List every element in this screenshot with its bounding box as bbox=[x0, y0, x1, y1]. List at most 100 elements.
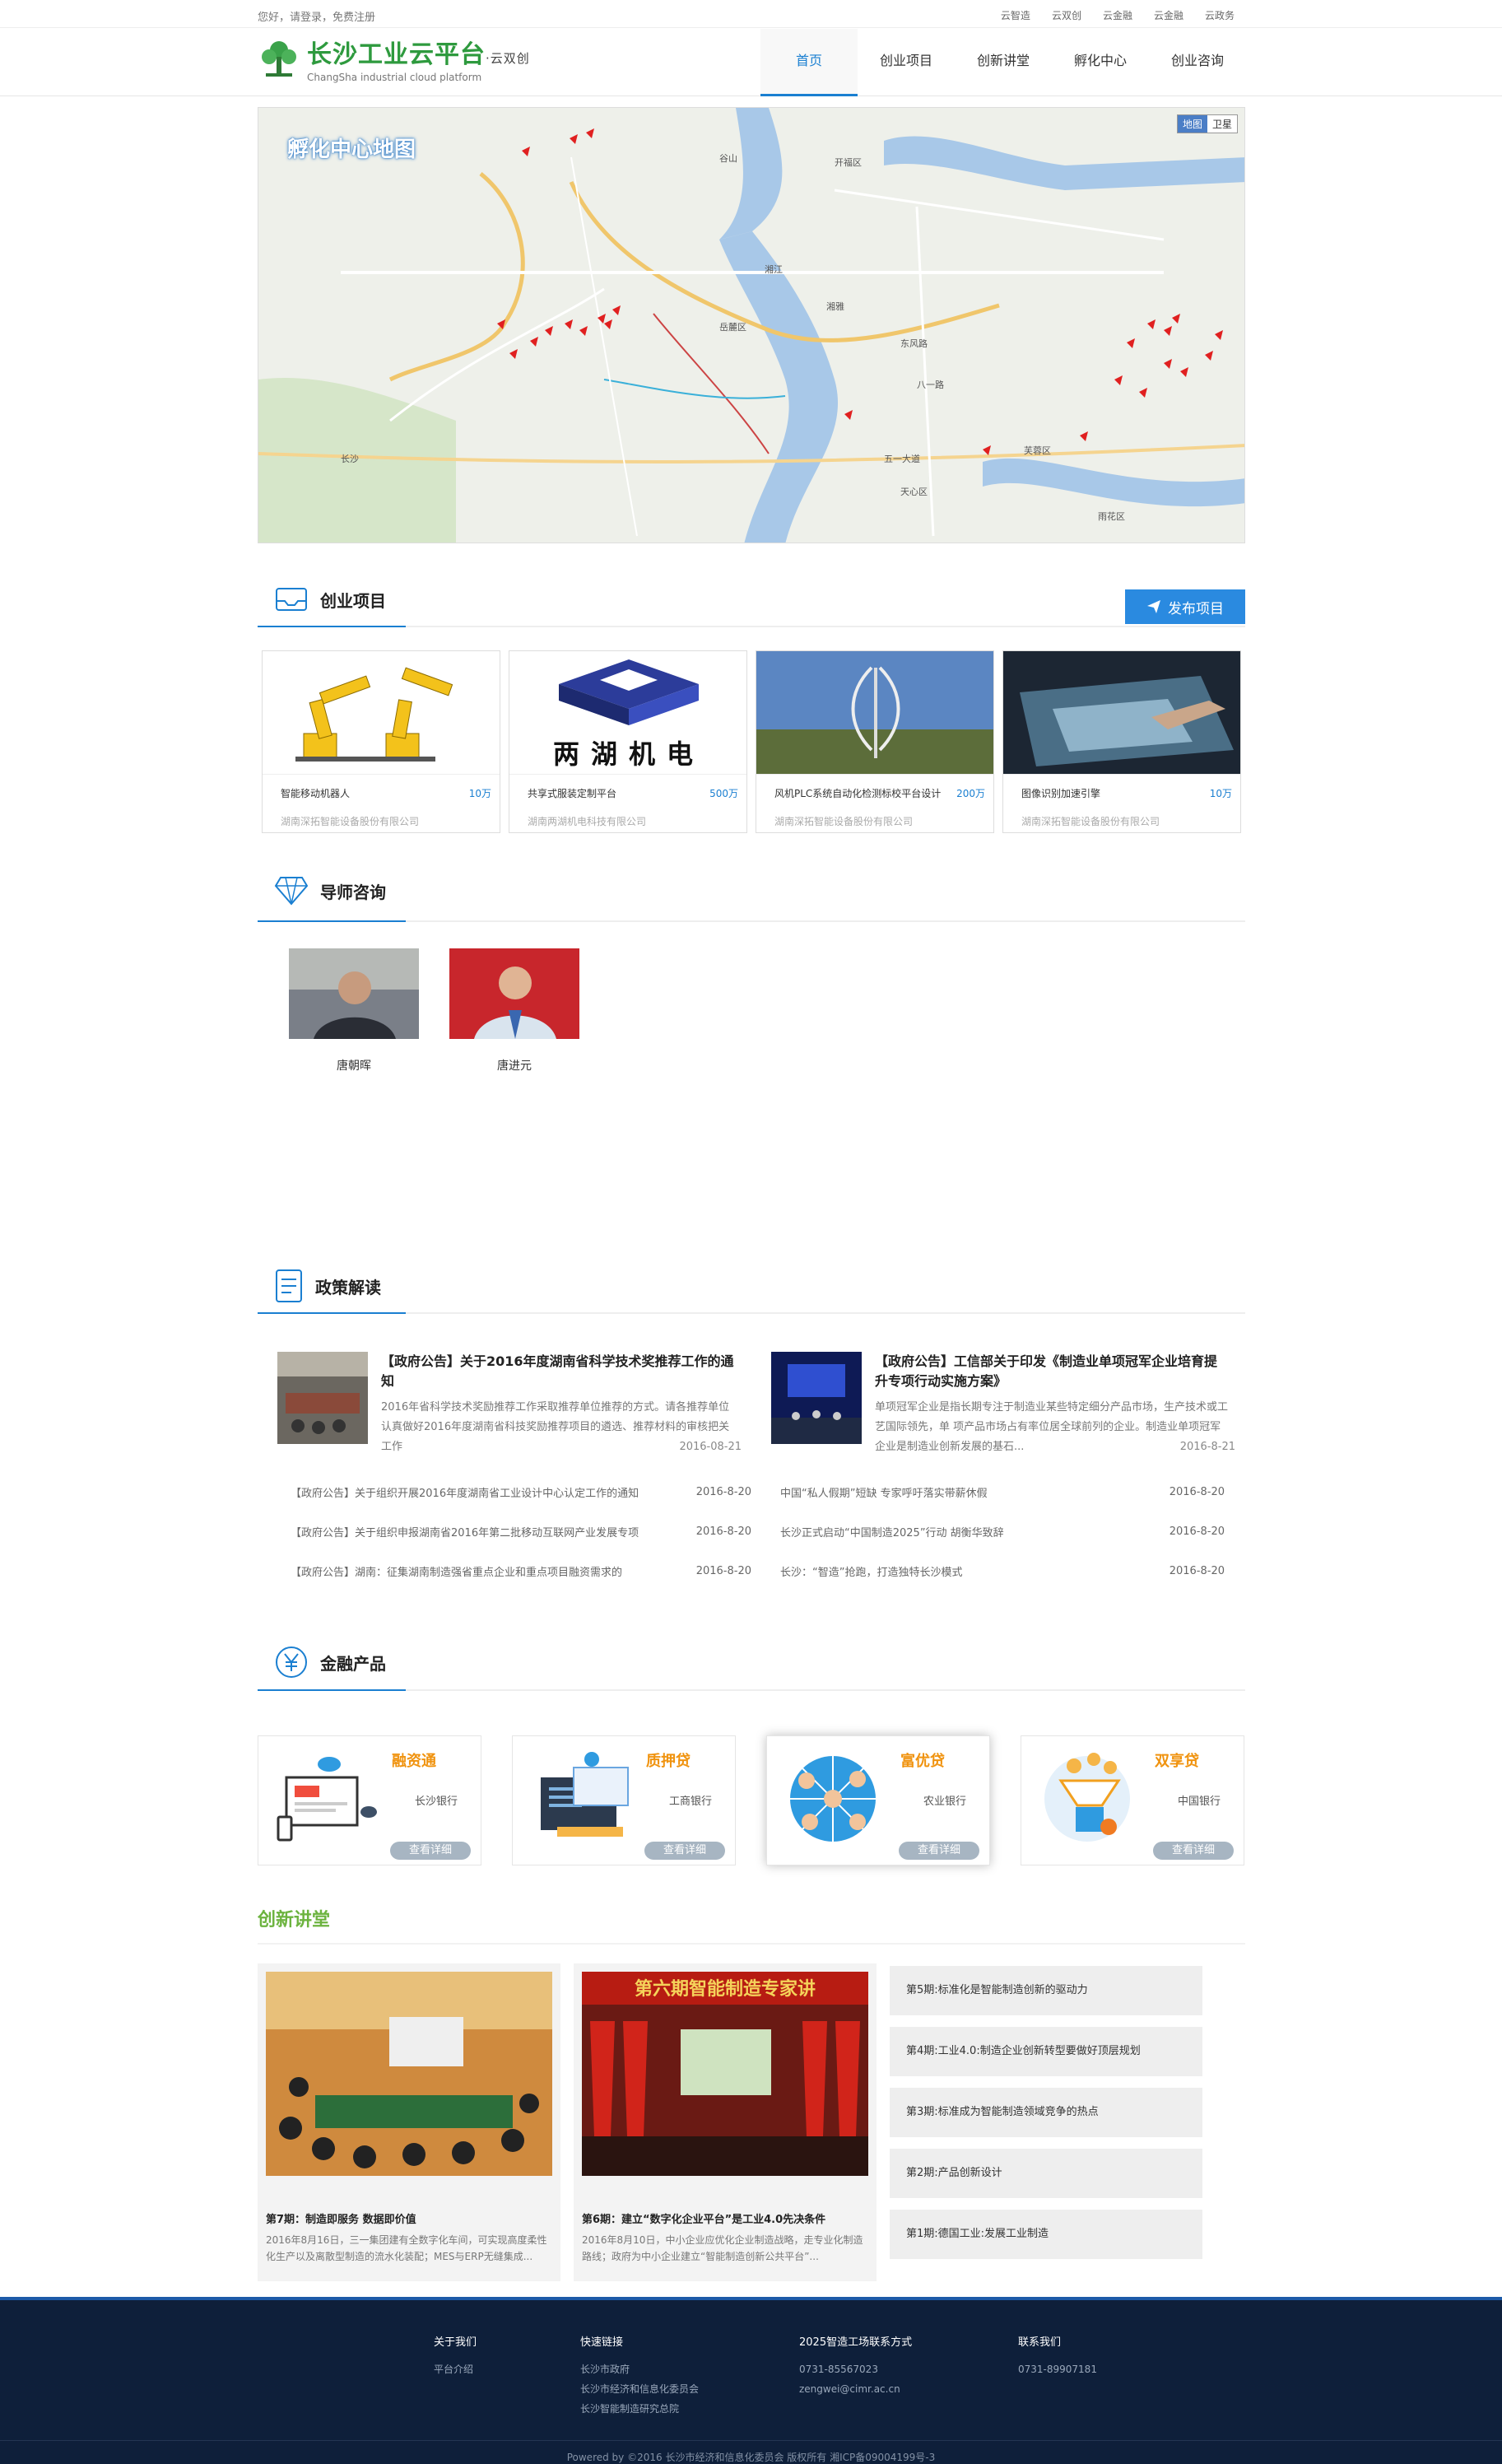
document-icon bbox=[276, 1269, 302, 1302]
lecture-list-item[interactable]: 第5期:标准化是智能制造创新的驱动力 bbox=[890, 1966, 1202, 2015]
top-link[interactable]: 云智造 bbox=[1001, 8, 1030, 22]
map-label: 雨花区 bbox=[1098, 511, 1125, 522]
map-label: 五一大道 bbox=[884, 453, 920, 464]
logo-tag: ·云双创 bbox=[486, 51, 530, 66]
map-toggle-map[interactable]: 地图 bbox=[1177, 115, 1207, 133]
policy-list-right: 中国“私人假期”短缺 专家呼吁落实带薪休假 2016-8-20 长沙正式启动“中国… bbox=[780, 1472, 1225, 1591]
project-card[interactable]: 智能移动机器人 10万 湖南深拓智能设备股份有限公司 bbox=[262, 650, 500, 833]
finance-name: 双享贷 bbox=[1155, 1753, 1199, 1770]
news-row[interactable]: 长沙正式启动“中国制造2025”行动 胡衡华致辞 2016-8-20 bbox=[780, 1511, 1225, 1551]
nav-projects[interactable]: 创业项目 bbox=[858, 29, 955, 96]
lecture-title: 第7期：制造即服务 数据即价值 bbox=[266, 2214, 416, 2226]
footer-link[interactable]: 平台介绍 bbox=[434, 2359, 477, 2379]
footer-link[interactable]: 长沙市政府 bbox=[580, 2359, 699, 2379]
project-company: 湖南两湖机电科技有限公司 bbox=[528, 816, 647, 827]
footer-contact: 2025智造工场联系方式 0731-85567023 zengwei@cimr.… bbox=[799, 2333, 912, 2399]
lecture-list-item[interactable]: 第4期:工业4.0:制造企业创新转型要做好顶层规划 bbox=[890, 2027, 1202, 2076]
project-image: 两湖机电 bbox=[509, 651, 746, 775]
finance-card[interactable]: 双享贷 中国银行 查看详细 bbox=[1021, 1735, 1244, 1865]
lecture-list-item[interactable]: 第3期:标准成为智能制造领域竞争的热点 bbox=[890, 2088, 1202, 2137]
news-row-title: 长沙：“智造”抢跑，打造独特长沙模式 bbox=[780, 1566, 963, 1579]
featured-news[interactable]: 【政府公告】关于2016年度湖南省科学技术奖推荐工作的通知 2016年省科学技术… bbox=[258, 1352, 743, 1459]
map-toggle-satellite[interactable]: 卫星 bbox=[1207, 115, 1237, 133]
map-canvas[interactable]: 谷山 长沙 开福区 岳麓区 湘雅 东风路 芙蓉区 天心区 雨花区 五一大道 八一… bbox=[258, 108, 1245, 543]
project-card[interactable]: 图像识别加速引擎 10万 湖南深拓智能设备股份有限公司 bbox=[1002, 650, 1241, 833]
finance-detail-button[interactable]: 查看详细 bbox=[390, 1842, 471, 1860]
tutors-title-text: 导师咨询 bbox=[320, 882, 386, 902]
lecture-list-item[interactable]: 第1期:德国工业:发展工业制造 bbox=[890, 2210, 1202, 2259]
project-company: 湖南深拓智能设备股份有限公司 bbox=[1021, 816, 1160, 827]
yen-icon bbox=[276, 1647, 307, 1678]
finance-bank: 农业银行 bbox=[923, 1796, 967, 1808]
top-link[interactable]: 云双创 bbox=[1052, 8, 1081, 22]
nav-incubation[interactable]: 孵化中心 bbox=[1052, 29, 1149, 96]
finance-card[interactable]: 融资通 长沙银行 查看详细 bbox=[258, 1735, 481, 1865]
project-image bbox=[756, 651, 993, 775]
top-link[interactable]: 云金融 bbox=[1103, 8, 1132, 22]
diamond-icon bbox=[274, 877, 309, 906]
finance-detail-button[interactable]: 查看详细 bbox=[899, 1842, 979, 1860]
inbox-icon bbox=[276, 588, 307, 611]
finance-detail-button[interactable]: 查看详细 bbox=[644, 1842, 725, 1860]
project-name: 风机PLC系统自动化检测标校平台设计 bbox=[774, 788, 942, 799]
tutor-card[interactable]: 唐进元 bbox=[449, 948, 579, 1074]
lecture-list-item[interactable]: 第2期:产品创新设计 bbox=[890, 2149, 1202, 2198]
lecture-card[interactable]: 第7期：制造即服务 数据即价值 2016年8月16日，三一集团建有全数字化车间，… bbox=[258, 1963, 560, 2281]
news-thumbnail bbox=[277, 1352, 368, 1444]
incubation-map[interactable]: 谷山 长沙 开福区 岳麓区 湘雅 东风路 芙蓉区 天心区 雨花区 五一大道 八一… bbox=[258, 107, 1245, 543]
nav-home[interactable]: 首页 bbox=[760, 29, 858, 96]
footer-contact-phone: 0731-85567023 bbox=[799, 2364, 878, 2375]
logo-subtitle: ChangSha industrial cloud platform bbox=[307, 72, 482, 83]
news-date: 2016-8-21 bbox=[1179, 1441, 1235, 1453]
header: 长沙工业云平台·云双创 ChangSha industrial cloud pl… bbox=[0, 29, 1502, 96]
site-logo[interactable]: 长沙工业云平台·云双创 ChangSha industrial cloud pl… bbox=[258, 34, 530, 83]
section-divider bbox=[258, 920, 1245, 922]
news-row[interactable]: 长沙：“智造”抢跑，打造独特长沙模式 2016-8-20 bbox=[780, 1551, 1225, 1591]
footer-contact-email[interactable]: zengwei@cimr.ac.cn bbox=[799, 2379, 912, 2399]
project-money: 10万 bbox=[1209, 788, 1232, 799]
tutor-name: 唐进元 bbox=[497, 1060, 532, 1073]
finance-detail-button[interactable]: 查看详细 bbox=[1153, 1842, 1234, 1860]
map-label: 八一路 bbox=[917, 380, 944, 390]
lecture-card[interactable]: 第六期智能制造专家讲 第6期：建立“数字化企业平台”是工业4.0先决条件 201… bbox=[574, 1963, 877, 2281]
finance-bank: 中国银行 bbox=[1178, 1796, 1221, 1808]
top-link[interactable]: 云金融 bbox=[1154, 8, 1183, 22]
policy-title: 政策解读 bbox=[274, 1268, 381, 1304]
login-greeting[interactable]: 您好，请登录，免费注册 bbox=[258, 8, 375, 24]
main-nav: 首页 创业项目 创新讲堂 孵化中心 创业咨询 bbox=[760, 29, 1246, 96]
publish-project-button[interactable]: 发布项目 bbox=[1125, 589, 1245, 624]
footer-link[interactable]: 长沙智能制造研究总院 bbox=[580, 2399, 699, 2419]
map-label: 岳麓区 bbox=[719, 322, 746, 333]
project-money: 200万 bbox=[956, 788, 985, 799]
project-card[interactable]: 两湖机电 共享式服装定制平台 500万 湖南两湖机电科技有限公司 bbox=[509, 650, 747, 833]
news-row-date: 2016-8-20 bbox=[695, 1525, 751, 1538]
featured-news[interactable]: 【政府公告】工信部关于印发《制造业单项冠军企业培育提升专项行动实施方案》 单项冠… bbox=[751, 1352, 1237, 1459]
nav-lectures[interactable]: 创新讲堂 bbox=[955, 29, 1052, 96]
project-card[interactable]: 风机PLC系统自动化检测标校平台设计 200万 湖南深拓智能设备股份有限公司 bbox=[756, 650, 994, 833]
section-divider bbox=[258, 1312, 1245, 1314]
news-row[interactable]: 【政府公告】湖南：征集湖南制造强省重点企业和重点项目融资需求的 2016-8-20 bbox=[291, 1551, 751, 1591]
project-image bbox=[1003, 651, 1240, 775]
document-stack-icon bbox=[541, 1752, 629, 1837]
news-row[interactable]: 【政府公告】关于组织申报湖南省2016年第二批移动互联网产业发展专项 2016-8… bbox=[291, 1511, 751, 1551]
finance-card[interactable]: 质押贷 工商银行 查看详细 bbox=[512, 1735, 736, 1865]
footer-link[interactable]: 长沙市经济和信息化委员会 bbox=[580, 2379, 699, 2399]
top-link[interactable]: 云政务 bbox=[1205, 8, 1235, 22]
news-row[interactable]: 中国“私人假期”短缺 专家呼吁落实带薪休假 2016-8-20 bbox=[780, 1472, 1225, 1511]
footer-heading: 快速链接 bbox=[580, 2336, 624, 2349]
footer-quick-links: 快速链接 长沙市政府 长沙市经济和信息化委员会 长沙智能制造研究总院 bbox=[580, 2333, 699, 2419]
finance-card[interactable]: 富优贷 农业银行 查看详细 bbox=[766, 1735, 990, 1865]
tutor-card[interactable]: 唐朝晖 bbox=[289, 948, 419, 1074]
project-name: 智能移动机器人 bbox=[281, 788, 351, 799]
tutor-photo bbox=[449, 948, 579, 1039]
tutor-name: 唐朝晖 bbox=[337, 1060, 371, 1073]
tree-logo-icon bbox=[262, 41, 296, 77]
news-row-date: 2016-8-20 bbox=[1169, 1564, 1225, 1577]
lecture-desc: 2016年8月16日，三一集团建有全数字化车间，可实现高度柔性化生产以及离散型制… bbox=[266, 2234, 547, 2262]
news-row-date: 2016-8-20 bbox=[695, 1485, 751, 1498]
news-row[interactable]: 【政府公告】关于组织开展2016年度湖南省工业设计中心认定工作的通知 2016-8… bbox=[291, 1472, 751, 1511]
nav-consult[interactable]: 创业咨询 bbox=[1149, 29, 1246, 96]
news-row-title: 中国“私人假期”短缺 专家呼吁落实带薪休假 bbox=[780, 1487, 988, 1500]
finance-name: 融资通 bbox=[392, 1753, 436, 1770]
map-label: 芙蓉区 bbox=[1024, 445, 1051, 456]
